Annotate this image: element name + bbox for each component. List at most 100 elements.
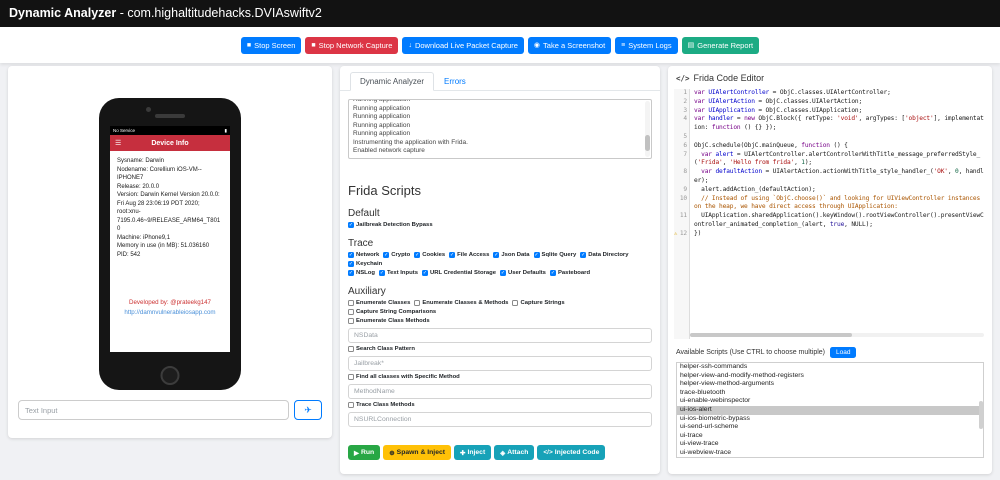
- checkbox-network[interactable]: ✓ Network: [348, 252, 379, 258]
- checkbox-enumerate-classes-methods[interactable]: Enumerate Classes & Methods: [414, 300, 508, 306]
- checkbox-trace-class-methods[interactable]: Trace Class Methods: [348, 402, 415, 408]
- code-text: var UIAlertController = ObjC.classes.UIA…: [694, 89, 891, 96]
- checkbox-label: Jailbreak Detection Bypass: [356, 222, 433, 228]
- button-label: Take a Screenshot: [543, 40, 606, 50]
- take-a-screenshot-button[interactable]: ◉ Take a Screenshot: [527, 36, 612, 54]
- checkbox-cookies[interactable]: ✓ Cookies: [414, 252, 445, 258]
- script-item-helper-view-and-modify-method-registers[interactable]: helper-view-and-modify-method-registers: [677, 372, 983, 381]
- script-item-ui-trace[interactable]: ui-trace: [677, 432, 983, 441]
- system-logs-button[interactable]: ≡ System Logs: [615, 36, 678, 54]
- checkbox-capture-string-comparisons[interactable]: Capture String Comparisons: [348, 309, 436, 315]
- checkbox-data-directory[interactable]: ✓ Data Directory: [580, 252, 629, 258]
- checkbox-row: Enumerate Classes Enumerate Classes & Met…: [348, 300, 652, 315]
- checkbox-keychain[interactable]: ✓ Keychain: [348, 261, 382, 267]
- checkbox-box: ✓: [499, 270, 506, 276]
- code-text: // Instead of using `ObjC.choose()` and …: [694, 194, 984, 211]
- checkbox-text-inputs[interactable]: ✓ Text Inputs: [378, 270, 418, 276]
- camera-icon: ◉: [533, 42, 541, 49]
- editor-header: </> Frida Code Editor: [668, 66, 992, 87]
- scripts-list-scrollbar-thumb[interactable]: [979, 401, 983, 429]
- attach-button[interactable]: ◈ Attach: [494, 445, 535, 460]
- spawn-inject-button[interactable]: ⊕ Spawn & Inject: [383, 445, 452, 460]
- script-item-ui-enable-webinspector[interactable]: ui-enable-webinspector: [677, 397, 983, 406]
- checkbox-row: Search Class Pattern: [348, 346, 652, 352]
- checkbox-label: File Access: [457, 252, 490, 258]
- editor-hscrollbar[interactable]: [690, 333, 984, 337]
- checkbox-row: ✓ Jailbreak Detection Bypass: [348, 222, 652, 228]
- injected-code-button[interactable]: </> Injected Code: [537, 445, 606, 460]
- checkbox-url-credential-storage[interactable]: ✓ URL Credential Storage: [421, 270, 496, 276]
- auxiliary-fields: Search Class Pattern Find all classes wit…: [340, 328, 660, 427]
- checkbox-search-class-pattern[interactable]: Search Class Pattern: [348, 346, 415, 352]
- input-nsdata[interactable]: [348, 328, 652, 343]
- send-button[interactable]: ✈: [294, 400, 322, 420]
- script-item-helper-ssh-commands[interactable]: helper-ssh-commands: [677, 363, 983, 372]
- checkbox-capture-strings[interactable]: Capture Strings: [512, 300, 565, 306]
- load-button[interactable]: Load: [830, 347, 857, 358]
- available-scripts-row: Available Scripts (Use CTRL to choose mu…: [676, 347, 984, 358]
- device-nav-bar: ☰ Device Info: [110, 135, 230, 151]
- checkbox-label: Enumerate Classes: [356, 300, 411, 306]
- developed-by-label: Developed by: @prateekg147: [129, 299, 211, 306]
- frida-code-editor[interactable]: 1 var UIAlertController = ObjC.classes.UI…: [674, 89, 986, 339]
- checkbox-row: ✓ NSLog ✓ Text Inputs ✓ URL Credential Storag…: [348, 270, 652, 276]
- line-number: 9: [683, 185, 687, 193]
- checkbox-jailbreak-detection-bypass[interactable]: ✓ Jailbreak Detection Bypass: [348, 222, 433, 228]
- home-button[interactable]: [160, 366, 180, 385]
- checkbox-find-all-classes-with-specific-method[interactable]: Find all classes with Specific Method: [348, 374, 460, 380]
- device-screen[interactable]: No Service ▮ ☰ Device Info Sysname: Darw…: [110, 126, 230, 352]
- log-scrollbar-thumb[interactable]: [645, 135, 650, 151]
- checkbox-file-access[interactable]: ✓ File Access: [449, 252, 489, 258]
- code-line: 3 var UIApplication = ObjC.classes.UIAppl…: [674, 107, 986, 116]
- group-title-auxiliary: Auxiliary: [348, 286, 386, 297]
- text-input[interactable]: [18, 400, 289, 420]
- checkbox-box: ✓: [533, 252, 540, 258]
- checkbox-row: Enumerate Class Methods: [348, 318, 652, 324]
- download-live-packet-capture-button[interactable]: ↓ Download Live Packet Capture: [402, 36, 524, 54]
- script-item-ui-ios-alert[interactable]: ui-ios-alert: [677, 405, 983, 415]
- send-icon: ✈: [304, 404, 312, 415]
- input-methodname[interactable]: [348, 384, 652, 399]
- line-number: 8: [683, 168, 687, 176]
- script-item-trace-bluetooth[interactable]: trace-bluetooth: [677, 389, 983, 398]
- device-info-line: Nodename: Corellium iOS-VM--IPHONE7: [117, 166, 202, 182]
- generate-report-button[interactable]: ▤ Generate Report: [681, 36, 760, 54]
- script-item-ui-send-url-scheme[interactable]: ui-send-url-scheme: [677, 423, 983, 432]
- checkbox-box: ✓: [383, 252, 390, 258]
- script-item-ui-view-trace[interactable]: ui-view-trace: [677, 440, 983, 449]
- checkbox-sqlite-query[interactable]: ✓ Sqlite Query: [533, 252, 576, 258]
- script-item-helper-view-method-arguments[interactable]: helper-view-method-arguments: [677, 380, 983, 389]
- checkbox-nslog[interactable]: ✓ NSLog: [348, 270, 375, 276]
- line-number: 5: [683, 132, 687, 140]
- log-scrollbar[interactable]: [645, 101, 650, 157]
- checkbox-pasteboard[interactable]: ✓ Pasteboard: [549, 270, 590, 276]
- checkbox-enumerate-classes[interactable]: Enumerate Classes: [348, 300, 410, 306]
- button-label: Inject: [467, 449, 486, 456]
- frida-scripts-title: Frida Scripts: [348, 183, 421, 198]
- log-line: Running application: [353, 113, 411, 120]
- stop-icon: ■: [311, 41, 316, 49]
- checkbox-crypto[interactable]: ✓ Crypto: [383, 252, 410, 258]
- app-website-link[interactable]: http://damnvulnerableiosapp.com: [110, 309, 230, 316]
- code-text: UIApplication.sharedApplication().keyWin…: [694, 212, 984, 228]
- checkbox-box: ✓: [493, 252, 500, 258]
- tab-dynamic-analyzer[interactable]: Dynamic Analyzer: [350, 72, 435, 91]
- input-nsurlconnection[interactable]: [348, 412, 652, 427]
- inject-button[interactable]: ✚ Inject: [454, 445, 492, 460]
- checkbox-row: Trace Class Methods: [348, 402, 652, 408]
- tab-errors[interactable]: Errors: [434, 72, 476, 91]
- script-item-ui-ios-biometric-bypass[interactable]: ui-ios-biometric-bypass: [677, 415, 983, 424]
- checkbox-user-defaults[interactable]: ✓ User Defaults: [499, 270, 546, 276]
- activity-log[interactable]: Running application Running application Ru…: [348, 99, 652, 159]
- editor-hscrollbar-thumb[interactable]: [690, 333, 852, 337]
- script-item-ui-webview-trace[interactable]: ui-webview-trace: [677, 449, 983, 457]
- checkbox-json-data[interactable]: ✓ Json Data: [493, 252, 530, 258]
- checkbox-box: [348, 346, 354, 352]
- attach-icon: ◈: [500, 449, 506, 457]
- stop-screen-button[interactable]: ■ Stop Screen: [240, 36, 302, 54]
- run-button[interactable]: ▶ Run: [348, 445, 381, 460]
- input-jailbreak[interactable]: [348, 356, 652, 371]
- checkbox-enumerate-class-methods[interactable]: Enumerate Class Methods: [348, 318, 430, 324]
- stop-network-capture-button[interactable]: ■ Stop Network Capture: [305, 36, 399, 54]
- editor-title: Frida Code Editor: [693, 73, 765, 83]
